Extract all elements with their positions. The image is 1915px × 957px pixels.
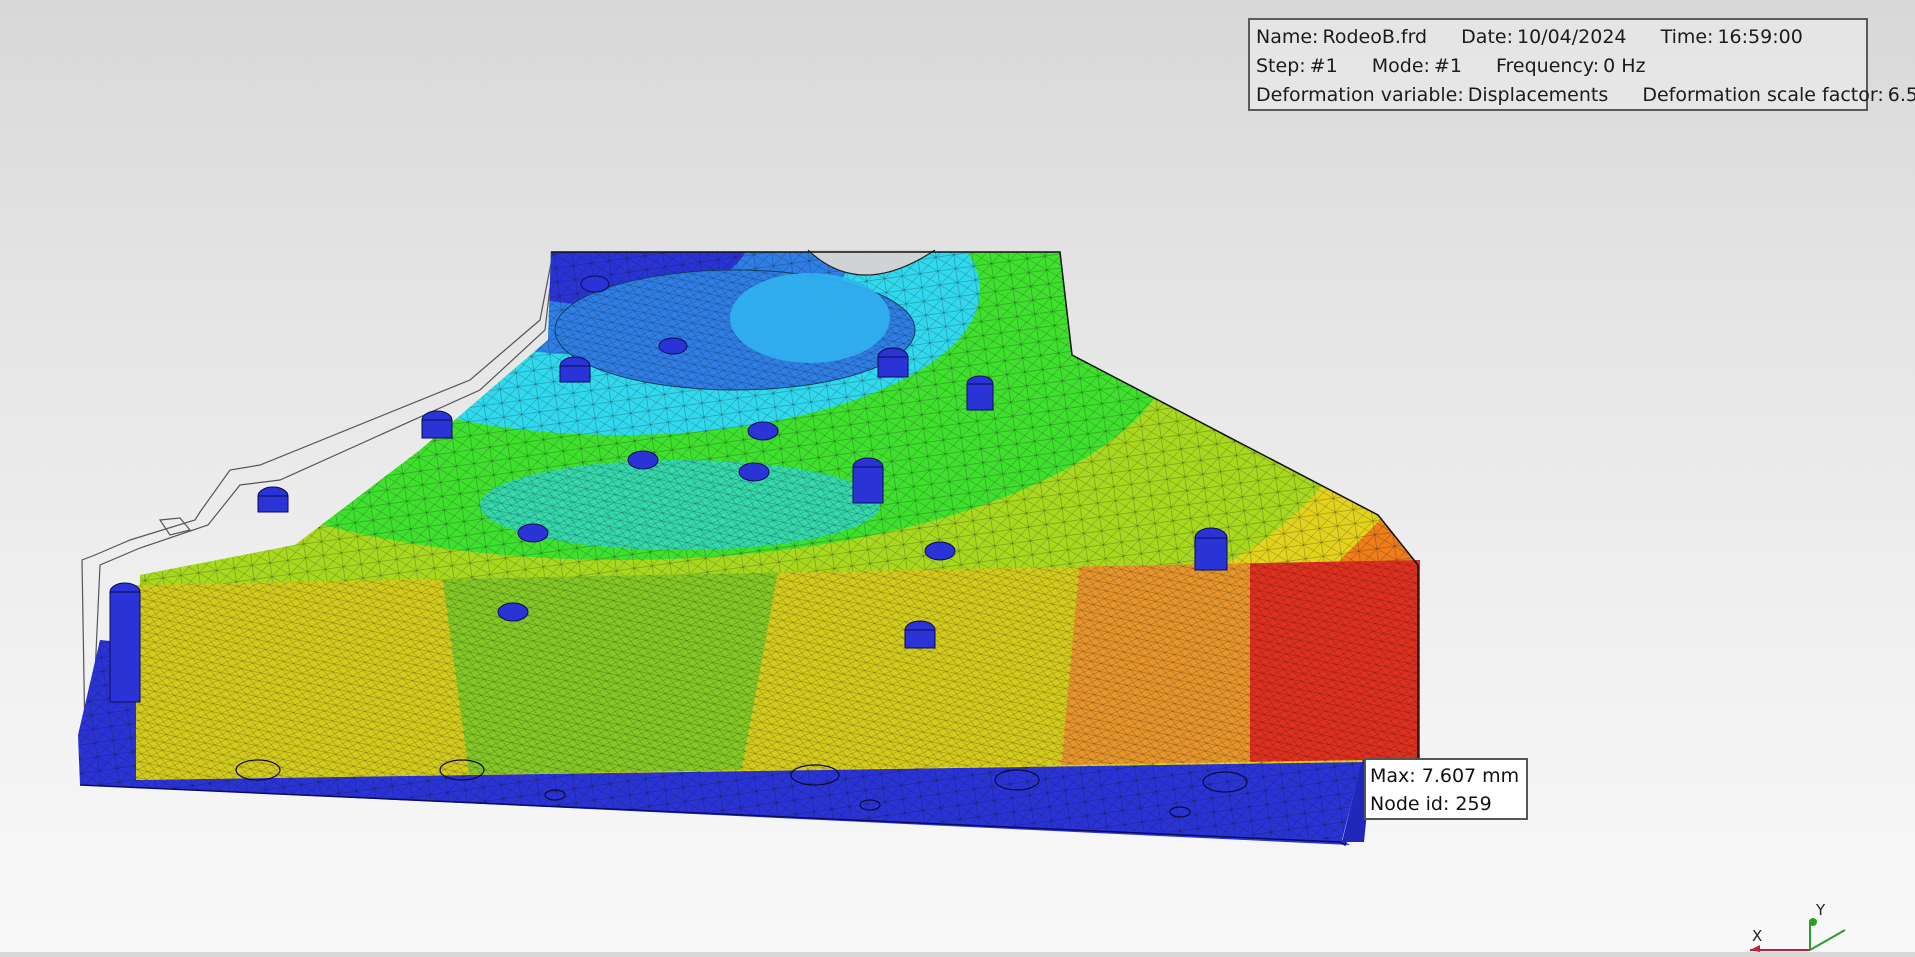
- mode-value: #1: [1433, 55, 1462, 77]
- x-axis-label: X: [1752, 927, 1763, 945]
- frequency-value: 0 Hz: [1603, 55, 1646, 77]
- axes-triad: X Y: [1730, 895, 1850, 952]
- date-value: 10/04/2024: [1517, 26, 1627, 48]
- mode-label: Mode:: [1371, 55, 1430, 77]
- deformation-variable-label: Deformation variable:: [1256, 84, 1464, 106]
- 3d-viewport[interactable]: [0, 0, 1915, 952]
- deformed-mesh-model[interactable]: [0, 0, 1915, 952]
- info-line-step: Step: #1 Mode: #1 Frequency: 0 Hz: [1256, 52, 1866, 81]
- max-value: 7.607 mm: [1421, 765, 1520, 787]
- scale-factor-label: Deformation scale factor:: [1642, 84, 1884, 106]
- time-value: 16:59:00: [1717, 26, 1803, 48]
- info-line-deformation: Deformation variable: Displacements Defor…: [1256, 81, 1915, 110]
- scale-factor-value: 6.5: [1887, 84, 1915, 106]
- y-axis-label: Y: [1816, 901, 1826, 919]
- frequency-label: Frequency:: [1495, 55, 1600, 77]
- deformation-variable-value: Displacements: [1467, 84, 1609, 106]
- name-label: Name:: [1256, 26, 1319, 48]
- node-id-label: Node id:: [1370, 793, 1450, 815]
- step-value: #1: [1309, 55, 1338, 77]
- max-label: Max:: [1370, 765, 1416, 787]
- result-info-panel: Name: RodeoB.frd Date: 10/04/2024 Time: 16:…: [1248, 18, 1915, 111]
- time-label: Time:: [1660, 26, 1714, 48]
- date-label: Date:: [1461, 26, 1513, 48]
- max-value-annotation: Max: 7.607 mm Node id: 259: [1364, 758, 1528, 820]
- file-name: RodeoB.frd: [1322, 26, 1428, 48]
- step-label: Step:: [1256, 55, 1306, 77]
- axes-triad-icon: [1750, 918, 1846, 952]
- info-line-file: Name: RodeoB.frd Date: 10/04/2024 Time: 16:…: [1256, 23, 1866, 52]
- node-id-value: 259: [1455, 793, 1492, 815]
